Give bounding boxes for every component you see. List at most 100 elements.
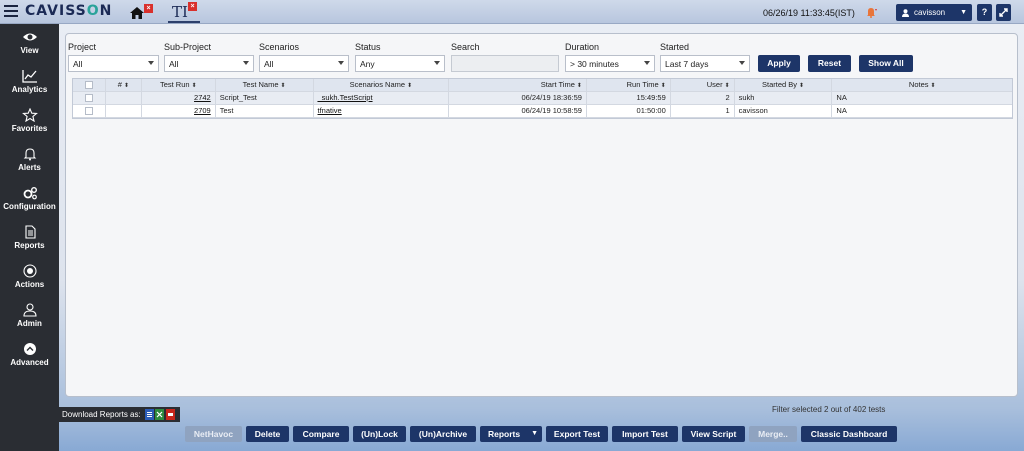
scenarios-select[interactable]: All: [259, 55, 349, 72]
sidebar-item-admin[interactable]: Admin: [0, 299, 59, 336]
hamburger-menu-icon[interactable]: [4, 5, 18, 17]
row-select[interactable]: [73, 105, 106, 117]
view-script-button[interactable]: View Script: [682, 426, 745, 442]
run-time: 15:49:59: [587, 92, 671, 104]
actions-icon: [22, 264, 37, 278]
delete-button[interactable]: Delete: [246, 426, 289, 442]
row-select[interactable]: [73, 92, 106, 104]
chevron-down-icon: [148, 61, 154, 65]
started-label: Started: [660, 42, 690, 52]
select-all-column[interactable]: [73, 79, 106, 91]
sidebar-item-configuration[interactable]: Configuration: [0, 182, 59, 219]
brand: CAVISSON: [4, 3, 112, 19]
start-time: 06/24/19 18:36:59: [449, 92, 587, 104]
download-reports-label: Download Reports as:: [62, 410, 141, 419]
expand-icon: [999, 8, 1008, 17]
notes: NA: [836, 93, 847, 102]
row-checkbox[interactable]: [84, 107, 93, 116]
project-label: Project: [68, 42, 97, 52]
alert-bell-icon[interactable]: [864, 6, 878, 18]
pdf-file-icon[interactable]: [166, 409, 175, 420]
test-run-link[interactable]: 2742: [142, 92, 216, 104]
unarchive-button[interactable]: (Un)Archive: [410, 426, 476, 442]
status-filter: Status Any: [355, 42, 445, 72]
user-menu-button[interactable]: cavisson ▼: [896, 4, 972, 21]
excel-file-icon[interactable]: [155, 409, 164, 420]
column-header-scenarios-name[interactable]: Scenarios Name ⬍: [314, 79, 450, 91]
gears-icon: [23, 187, 37, 200]
compare-button[interactable]: Compare: [293, 426, 349, 442]
column-header-user[interactable]: User ⬍: [671, 79, 735, 91]
column-header-number[interactable]: # ⬍: [106, 79, 142, 91]
search-filter: Search: [451, 42, 559, 72]
sort-icon: ⬍: [280, 83, 286, 89]
started-select[interactable]: Last 7 days: [660, 55, 750, 72]
nethavoc-button[interactable]: NetHavoc: [185, 426, 242, 442]
scenario-link[interactable]: _sukh.TestScript: [314, 92, 450, 104]
scenarios-filter: Scenarios All: [259, 42, 349, 72]
search-input[interactable]: [451, 55, 559, 72]
table-row[interactable]: 2709 Test tfnative 06/24/19 10:58:59 01:…: [73, 105, 1012, 118]
help-button[interactable]: ?: [977, 4, 992, 21]
sidebar-item-reports[interactable]: Reports: [0, 221, 59, 258]
started-filter: Started Last 7 days: [660, 42, 750, 72]
sidebar-item-advanced[interactable]: Advanced: [0, 338, 59, 375]
sort-icon: ⬍: [123, 83, 129, 89]
test-runs-panel: Project All Sub-Project All Scenarios Al…: [65, 33, 1018, 397]
sort-icon: ⬍: [576, 83, 582, 89]
project-select[interactable]: All: [68, 55, 159, 72]
user-icon: [902, 8, 909, 17]
unlock-button[interactable]: (Un)Lock: [353, 426, 406, 442]
status-label: Status: [355, 42, 381, 52]
reset-button[interactable]: Reset: [808, 55, 851, 72]
tab-ti[interactable]: TI ×: [168, 2, 200, 23]
status-select[interactable]: Any: [355, 55, 445, 72]
select-all-checkbox[interactable]: [84, 81, 93, 90]
run-time: 01:50:00: [587, 105, 671, 117]
sidebar-item-actions[interactable]: Actions: [0, 260, 59, 297]
word-file-icon[interactable]: [145, 409, 154, 420]
export-test-button[interactable]: Export Test: [546, 426, 608, 442]
import-test-button[interactable]: Import Test: [612, 426, 678, 442]
apply-button[interactable]: Apply: [758, 55, 800, 72]
classic-dashboard-button[interactable]: Classic Dashboard: [801, 426, 897, 442]
main-area: Project All Sub-Project All Scenarios Al…: [59, 24, 1024, 451]
sort-icon: ⬍: [660, 83, 666, 89]
home-tab[interactable]: ×: [130, 4, 156, 22]
table-row[interactable]: 2742 Script_Test _sukh.TestScript 06/24/…: [73, 92, 1012, 105]
sub-project-select[interactable]: All: [164, 55, 254, 72]
sort-icon: ⬍: [724, 83, 730, 89]
sort-icon: ⬍: [407, 83, 413, 89]
sidebar-item-view[interactable]: View: [0, 26, 59, 63]
duration-select[interactable]: > 30 minutes: [565, 55, 655, 72]
server-datetime: 06/26/19 11:33:45(IST): [763, 8, 855, 18]
column-header-test-run[interactable]: Test Run ⬍: [142, 79, 216, 91]
chevron-down-icon: [739, 61, 745, 65]
column-header-start-time[interactable]: Start Time ⬍: [449, 79, 587, 91]
started-by: cavisson: [735, 105, 833, 117]
duration-filter: Duration > 30 minutes: [565, 42, 655, 72]
test-run-link[interactable]: 2709: [142, 105, 216, 117]
chevron-down-icon: [434, 61, 440, 65]
scenario-link[interactable]: tfnative: [314, 105, 450, 117]
duration-label: Duration: [565, 42, 600, 52]
sidebar-item-analytics[interactable]: Analytics: [0, 65, 59, 102]
show-all-button[interactable]: Show All: [859, 55, 913, 72]
column-header-started-by[interactable]: Started By ⬍: [735, 79, 833, 91]
sidebar-item-favorites[interactable]: Favorites: [0, 104, 59, 141]
sidebar-item-alerts[interactable]: Alerts: [0, 143, 59, 180]
close-tab-icon[interactable]: ×: [144, 4, 153, 13]
column-header-test-name[interactable]: Test Name ⬍: [216, 79, 314, 91]
chevron-down-icon: [338, 61, 344, 65]
column-header-run-time[interactable]: Run Time ⬍: [587, 79, 671, 91]
merge-button[interactable]: Merge..: [749, 426, 797, 442]
row-checkbox[interactable]: [84, 94, 93, 103]
fullscreen-button[interactable]: [996, 4, 1011, 21]
close-tab-icon[interactable]: ×: [188, 2, 197, 11]
test-runs-table: # ⬍ Test Run ⬍ Test Name ⬍ Scenarios Name ⬍ …: [72, 78, 1013, 119]
column-header-notes[interactable]: Notes ⬍: [832, 79, 1012, 91]
reports-dropdown-button[interactable]: Reports ▼: [480, 426, 542, 442]
row-number: [106, 92, 142, 104]
download-reports-bar: Download Reports as:: [59, 407, 180, 422]
home-icon: [130, 7, 144, 19]
